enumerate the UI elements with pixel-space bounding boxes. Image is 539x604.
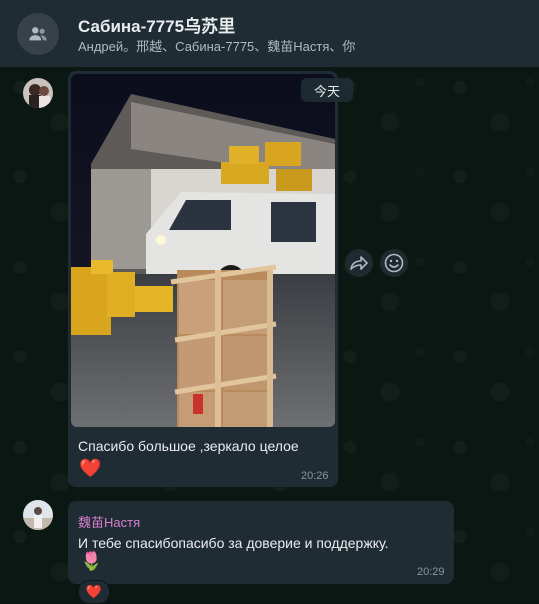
- sender-name[interactable]: 魏苗Настя: [78, 512, 140, 531]
- chat-title: Сабина-7775乌苏里: [78, 17, 236, 36]
- date-chip: 今天: [301, 78, 353, 102]
- message-time: 20:26: [301, 470, 329, 482]
- avatar[interactable]: [23, 500, 53, 530]
- message-text: И тебе спасибопасибо за доверие и поддер…: [78, 535, 389, 551]
- message-emoji: 🌷: [80, 551, 103, 571]
- forward-icon[interactable]: [345, 249, 373, 277]
- message-photo[interactable]: [71, 74, 335, 427]
- chat-header[interactable]: Сабина-7775乌苏里 Андрей。邢越、Сабина-7775、魏苗Н…: [0, 0, 539, 67]
- avatar[interactable]: [23, 78, 53, 108]
- reaction-badge[interactable]: ❤️: [78, 580, 110, 604]
- message-caption: Спасибо большое ,зеркало целое: [78, 438, 299, 454]
- group-icon[interactable]: [17, 13, 59, 55]
- message-emoji: ❤️: [79, 458, 102, 478]
- chat-members: Андрей。邢越、Сабина-7775、魏苗Настя、你: [78, 39, 356, 54]
- emoji-icon[interactable]: [380, 249, 408, 277]
- message-time: 20:29: [417, 566, 445, 578]
- heart-icon: ❤️: [85, 584, 103, 599]
